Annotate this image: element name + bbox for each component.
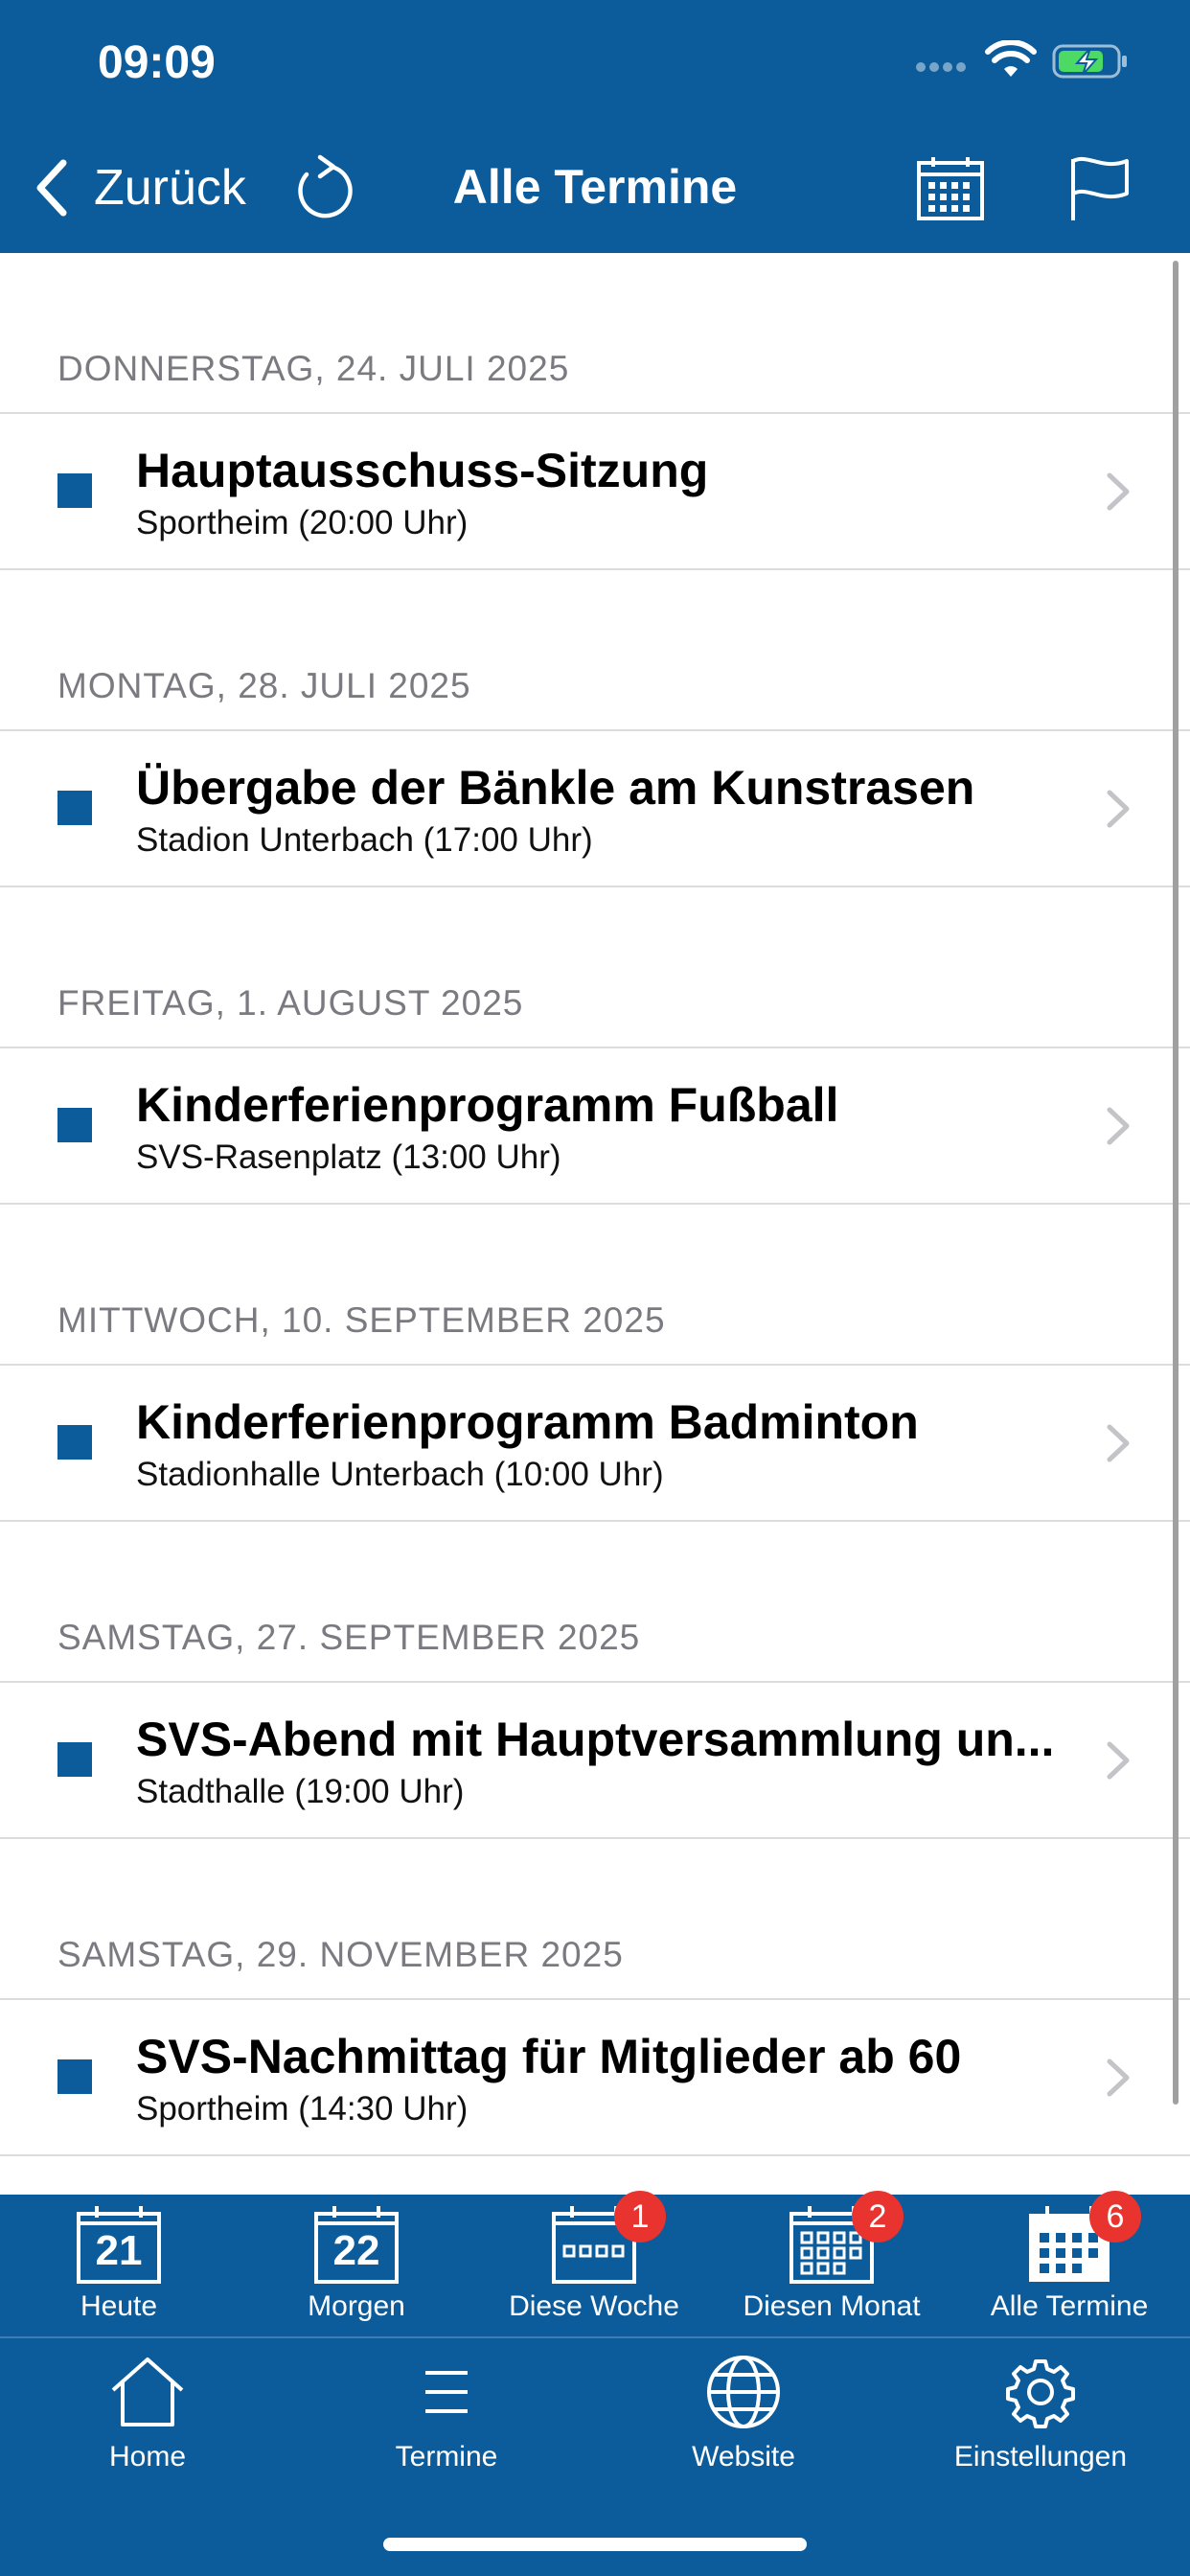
event-title: Übergabe der Bänkle am Kunstrasen	[136, 761, 975, 815]
event-color-marker	[57, 791, 92, 825]
section-date-header: FREITAG, 1. AUGUST 2025	[57, 983, 524, 1023]
cellular-signal-icon	[916, 59, 970, 72]
flag-icon[interactable]	[1067, 155, 1131, 222]
event-row[interactable]: Hauptausschuss-Sitzung Sportheim (20:00 …	[0, 412, 1190, 570]
event-section: DONNERSTAG, 24. JULI 2025 Hauptausschuss…	[0, 253, 1190, 570]
event-color-marker	[57, 2059, 92, 2094]
tab-label: Home	[108, 2441, 187, 2472]
event-location-time: Sportheim (20:00 Uhr)	[136, 504, 469, 541]
battery-icon	[1052, 44, 1127, 79]
calendar-day-number: 21	[95, 2227, 143, 2274]
tab-label: Diesen Monat	[743, 2290, 921, 2322]
section-date-header: DONNERSTAG, 24. JULI 2025	[57, 349, 570, 388]
tab-label: Alle Termine	[990, 2290, 1149, 2322]
event-title: SVS-Abend mit Hauptversammlung un...	[136, 1713, 1055, 1766]
chevron-right-icon	[1107, 472, 1130, 511]
section-date-header: MONTAG, 28. JULI 2025	[57, 666, 471, 705]
tab-label: Website	[692, 2441, 795, 2472]
tab-label: Termine	[395, 2441, 498, 2472]
list-icon	[425, 2371, 468, 2413]
tab-alle-termine[interactable]: 6 Alle Termine	[950, 2191, 1188, 2323]
event-color-marker	[57, 1425, 92, 1460]
event-location-time: Stadionhalle Unterbach (10:00 Uhr)	[136, 1456, 664, 1493]
tab-termine[interactable]: Termine	[303, 2354, 590, 2473]
globe-icon	[707, 2356, 780, 2428]
event-row[interactable]: Kinderferienprogramm Badminton Stadionha…	[0, 1364, 1190, 1522]
status-time: 09:09	[98, 37, 216, 88]
event-location-time: SVS-Rasenplatz (13:00 Uhr)	[136, 1138, 561, 1176]
chevron-right-icon	[1107, 1107, 1130, 1145]
tab-label: Diese Woche	[509, 2290, 679, 2322]
count-badge: 1	[614, 2191, 666, 2242]
section-date-header: MITTWOCH, 10. SEPTEMBER 2025	[57, 1300, 666, 1340]
calendar-day-number: 22	[332, 2227, 380, 2274]
event-section: MITTWOCH, 10. SEPTEMBER 2025 Kinderferie…	[0, 1205, 1190, 1522]
event-list[interactable]: DONNERSTAG, 24. JULI 2025 Hauptausschuss…	[0, 253, 1190, 2195]
event-section: SAMSTAG, 27. SEPTEMBER 2025 SVS-Abend mi…	[0, 1522, 1190, 1839]
scrollbar[interactable]	[1173, 261, 1179, 2104]
tab-home[interactable]: Home	[4, 2354, 291, 2473]
chevron-right-icon	[1107, 2058, 1130, 2097]
event-row[interactable]: SVS-Abend mit Hauptversammlung un... Sta…	[0, 1681, 1190, 1839]
wifi-icon	[985, 40, 1037, 77]
event-color-marker	[57, 1108, 92, 1142]
count-badge: 6	[1089, 2191, 1141, 2242]
event-section: MONTAG, 28. JULI 2025 Übergabe der Bänkl…	[0, 570, 1190, 887]
tab-diesen-monat[interactable]: 2 Diesen Monat	[713, 2191, 950, 2323]
tab-diese-woche[interactable]: 1 Diese Woche	[475, 2191, 713, 2323]
event-title: Kinderferienprogramm Fußball	[136, 1078, 839, 1132]
tab-label: Heute	[80, 2290, 158, 2322]
event-location-time: Sportheim (14:30 Uhr)	[136, 2090, 469, 2128]
page-title: Alle Termine	[452, 160, 738, 214]
event-title: Kinderferienprogramm Badminton	[136, 1395, 919, 1449]
chevron-right-icon	[1107, 1424, 1130, 1462]
event-color-marker	[57, 473, 92, 508]
chevron-right-icon	[1107, 790, 1130, 828]
event-section: SAMSTAG, 29. NOVEMBER 2025 SVS-Nachmitta…	[0, 1839, 1190, 2156]
section-date-header: SAMSTAG, 27. SEPTEMBER 2025	[57, 1618, 641, 1657]
event-row[interactable]: Übergabe der Bänkle am Kunstrasen Stadio…	[0, 729, 1190, 887]
event-row[interactable]: SVS-Nachmittag für Mitglieder ab 60 Spor…	[0, 1998, 1190, 2156]
header-bar: 09:09 Zurück Alle Termine	[0, 0, 1190, 253]
gear-icon	[1006, 2359, 1075, 2428]
home-indicator[interactable]	[383, 2538, 807, 2551]
event-location-time: Stadion Unterbach (17:00 Uhr)	[136, 821, 593, 859]
tab-morgen[interactable]: 22 Morgen	[238, 2204, 475, 2323]
home-icon	[111, 2358, 184, 2426]
chevron-right-icon	[1107, 1741, 1130, 1780]
tab-website[interactable]: Website	[600, 2354, 887, 2473]
calendar-icon[interactable]	[916, 155, 985, 222]
event-section: FREITAG, 1. AUGUST 2025 Kinderferienprog…	[0, 887, 1190, 1205]
tab-label: Morgen	[308, 2290, 405, 2322]
event-location-time: Stadthalle (19:00 Uhr)	[136, 1773, 465, 1810]
count-badge: 2	[852, 2191, 904, 2242]
event-title: SVS-Nachmittag für Mitglieder ab 60	[136, 2030, 962, 2083]
section-date-header: SAMSTAG, 29. NOVEMBER 2025	[57, 1935, 624, 1974]
event-row[interactable]: Kinderferienprogramm Fußball SVS-Rasenpl…	[0, 1046, 1190, 1205]
event-color-marker	[57, 1742, 92, 1777]
tab-heute[interactable]: 21 Heute	[0, 2204, 238, 2323]
tab-label: Einstellungen	[953, 2441, 1128, 2472]
tab-einstellungen[interactable]: Einstellungen	[897, 2354, 1184, 2473]
event-title: Hauptausschuss-Sitzung	[136, 444, 709, 497]
